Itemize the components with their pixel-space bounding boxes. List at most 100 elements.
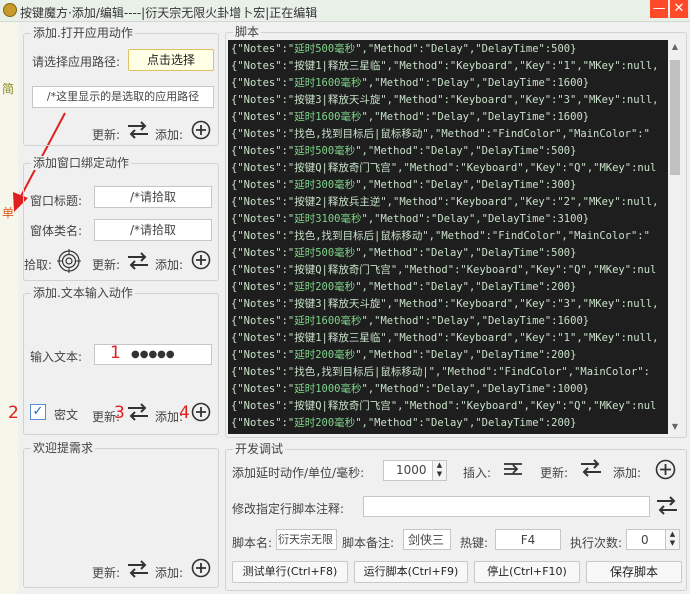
request-add-icon[interactable]: [191, 558, 211, 578]
script-note-input[interactable]: 剑侠三: [403, 529, 451, 550]
script-scrollbar[interactable]: ▲ ▼: [668, 40, 682, 434]
ciphertext-checkbox[interactable]: ✓: [30, 404, 46, 420]
annotation-1: 1: [110, 343, 121, 363]
bind-window-update-icon[interactable]: [126, 251, 150, 271]
request-add-label: 添加:: [155, 566, 184, 580]
script-line-note: 延时3100毫秒: [294, 213, 362, 225]
crosshair-pick-icon[interactable]: [57, 249, 81, 273]
script-line-text: {"Notes":": [231, 417, 295, 429]
ciphertext-label: 密文: [54, 408, 79, 422]
script-line[interactable]: {"Notes":"按键Q|释放奇门飞宫","Method":"Keyboard…: [231, 398, 656, 415]
window-title-field[interactable]: /*请拾取: [94, 186, 212, 208]
request-group-title: 欢迎提需求: [31, 441, 96, 455]
script-line[interactable]: {"Notes":"找色,找到目标后|鼠标移动","Method":"FindC…: [231, 228, 650, 245]
script-line[interactable]: {"Notes":"延时500毫秒","Method":"Delay","Del…: [231, 245, 576, 262]
script-line[interactable]: {"Notes":"按键Q|释放奇门飞宫","Method":"Keyboard…: [231, 160, 656, 177]
script-line-text: {"Notes":"按键Q|释放奇门飞宫","Method":"Keyboard…: [231, 162, 657, 174]
request-group: 欢迎提需求: [23, 441, 219, 588]
save-script-button[interactable]: 保存脚本: [586, 561, 682, 583]
script-line-note: 延时1600毫秒: [294, 315, 362, 327]
hotkey-input[interactable]: F4: [495, 529, 561, 550]
script-line-text: ","Method":"Delay","DelayTime":1600}: [361, 77, 590, 89]
script-line[interactable]: {"Notes":"延时1600毫秒","Method":"Delay","De…: [231, 109, 589, 126]
script-line[interactable]: {"Notes":"按键1|释放三星临","Method":"Keyboard"…: [231, 330, 659, 347]
script-line[interactable]: {"Notes":"延时200毫秒","Method":"Delay","Del…: [231, 347, 576, 364]
side-strip: 简 单: [0, 22, 18, 594]
run-script-button[interactable]: 运行脚本(Ctrl+F9): [354, 561, 468, 583]
script-line-text: {"Notes":": [231, 247, 295, 259]
window-class-label: 窗体类名:: [30, 224, 83, 238]
modify-note-input[interactable]: [363, 496, 650, 517]
bind-window-add-label: 添加:: [155, 258, 184, 272]
minimize-button[interactable]: —: [650, 0, 668, 18]
delay-label: 添加延时动作/单位/毫秒:: [232, 466, 365, 480]
script-line[interactable]: {"Notes":"找色,找到目标后|鼠标移动","Method":"FindC…: [231, 126, 650, 143]
script-editor[interactable]: {"Notes":"延时500毫秒","Method":"Delay","Del…: [228, 40, 668, 434]
script-line[interactable]: {"Notes":"按键2|释放兵主逆","Method":"Keyboard"…: [231, 194, 659, 211]
script-line-text: {"Notes":"找色,找到目标后|鼠标移动","Method":"FindC…: [231, 230, 650, 242]
open-app-add-icon[interactable]: [191, 120, 211, 140]
script-line[interactable]: {"Notes":"延时500毫秒","Method":"Delay","Del…: [231, 143, 576, 160]
scroll-up-icon[interactable]: ▲: [670, 42, 680, 52]
script-line-text: {"Notes":": [231, 315, 295, 327]
delay-spinner[interactable]: ▲ ▼: [433, 460, 447, 481]
annotation-4: 4: [179, 403, 190, 423]
bind-window-group-title: 添加窗口绑定动作: [31, 156, 132, 170]
script-line-text: {"Notes":"找色,找到目标后|鼠标移动","Method":"FindC…: [231, 128, 650, 140]
script-line[interactable]: {"Notes":"延时1600毫秒","Method":"Delay","De…: [231, 313, 589, 330]
app-path-field[interactable]: /*这里显示的是选取的应用路径: [32, 86, 214, 108]
choose-app-button[interactable]: 点击选择: [128, 49, 214, 71]
scroll-thumb[interactable]: [670, 60, 680, 175]
dev-add-icon[interactable]: [655, 459, 676, 480]
dev-update-icon[interactable]: [579, 458, 603, 478]
script-line-note: 延时1600毫秒: [294, 77, 362, 89]
insert-icon[interactable]: [502, 459, 526, 479]
stop-button[interactable]: 停止(Ctrl+F10): [474, 561, 580, 583]
delay-input[interactable]: 1000: [383, 460, 433, 481]
exec-count-input[interactable]: 0: [626, 529, 666, 550]
exec-count-spinner[interactable]: ▲ ▼: [666, 529, 680, 550]
script-line-text: ","Method":"Delay","DelayTime":200}: [355, 349, 577, 361]
script-line[interactable]: {"Notes":"延时200毫秒","Method":"Delay","Del…: [231, 415, 576, 432]
window-title: 按键魔方·添加/编辑----|衍天宗无限火卦增卜宏|正在编辑: [20, 6, 318, 20]
open-app-group-title: 添加.打开应用动作: [31, 26, 135, 40]
script-line[interactable]: {"Notes":"延时500毫秒","Method":"Delay","Del…: [231, 41, 576, 58]
annotation-3: 3: [114, 403, 125, 423]
script-line[interactable]: {"Notes":"按键3|释放天斗旋","Method":"Keyboard"…: [231, 92, 659, 109]
text-input-add-icon[interactable]: [191, 402, 211, 422]
insert-label: 插入:: [463, 466, 492, 480]
script-line-text: ","Method":"Delay","DelayTime":1600}: [361, 315, 590, 327]
script-line[interactable]: {"Notes":"延时1600毫秒","Method":"Delay","De…: [231, 75, 589, 92]
pick-label: 拾取:: [24, 258, 53, 272]
script-line[interactable]: {"Notes":"延时3100毫秒","Method":"Delay","De…: [231, 211, 589, 228]
test-line-button[interactable]: 测试单行(Ctrl+F8): [232, 561, 348, 583]
request-update-icon[interactable]: [126, 559, 150, 579]
window-class-field[interactable]: /*请拾取: [94, 219, 212, 241]
script-line-text: ","Method":"Delay","DelayTime":3100}: [361, 213, 590, 225]
modify-note-update-icon[interactable]: [655, 495, 679, 517]
bind-window-add-icon[interactable]: [191, 250, 211, 270]
script-line[interactable]: {"Notes":"按键Q|释放奇门飞宫","Method":"Keyboard…: [231, 262, 656, 279]
script-line[interactable]: {"Notes":"延时200毫秒","Method":"Delay","Del…: [231, 279, 576, 296]
script-name-input[interactable]: 衍天宗无限: [276, 529, 337, 550]
script-line[interactable]: {"Notes":"按键1|释放三星临","Method":"Keyboard"…: [231, 58, 659, 75]
script-line-text: ","Method":"Delay","DelayTime":500}: [355, 43, 577, 55]
text-input-update-icon[interactable]: [126, 402, 150, 422]
hotkey-label: 热键:: [460, 536, 489, 550]
app-icon: [3, 3, 17, 17]
scroll-down-icon[interactable]: ▼: [670, 422, 680, 432]
script-line-note: 延时300毫秒: [294, 179, 356, 191]
script-line[interactable]: {"Notes":"按键3|释放天斗旋","Method":"Keyboard"…: [231, 296, 659, 313]
script-line-text: {"Notes":"按键1|释放三星临","Method":"Keyboard"…: [231, 332, 659, 344]
script-line-text: {"Notes":"按键3|释放天斗旋","Method":"Keyboard"…: [231, 94, 659, 106]
open-app-update-icon[interactable]: [126, 120, 150, 140]
dev-update-label: 更新:: [540, 466, 569, 480]
script-line[interactable]: {"Notes":"找色,找到目标后|鼠标移动|","Method":"Find…: [231, 364, 650, 381]
script-line-text: {"Notes":": [231, 43, 295, 55]
close-button[interactable]: ✕: [670, 0, 688, 18]
script-note-label: 脚本备注:: [342, 536, 395, 550]
script-line[interactable]: {"Notes":"延时300毫秒","Method":"Delay","Del…: [231, 177, 576, 194]
script-line-text: {"Notes":": [231, 111, 295, 123]
script-line-text: {"Notes":": [231, 281, 295, 293]
script-line[interactable]: {"Notes":"延时1000毫秒","Method":"Delay","De…: [231, 381, 589, 398]
